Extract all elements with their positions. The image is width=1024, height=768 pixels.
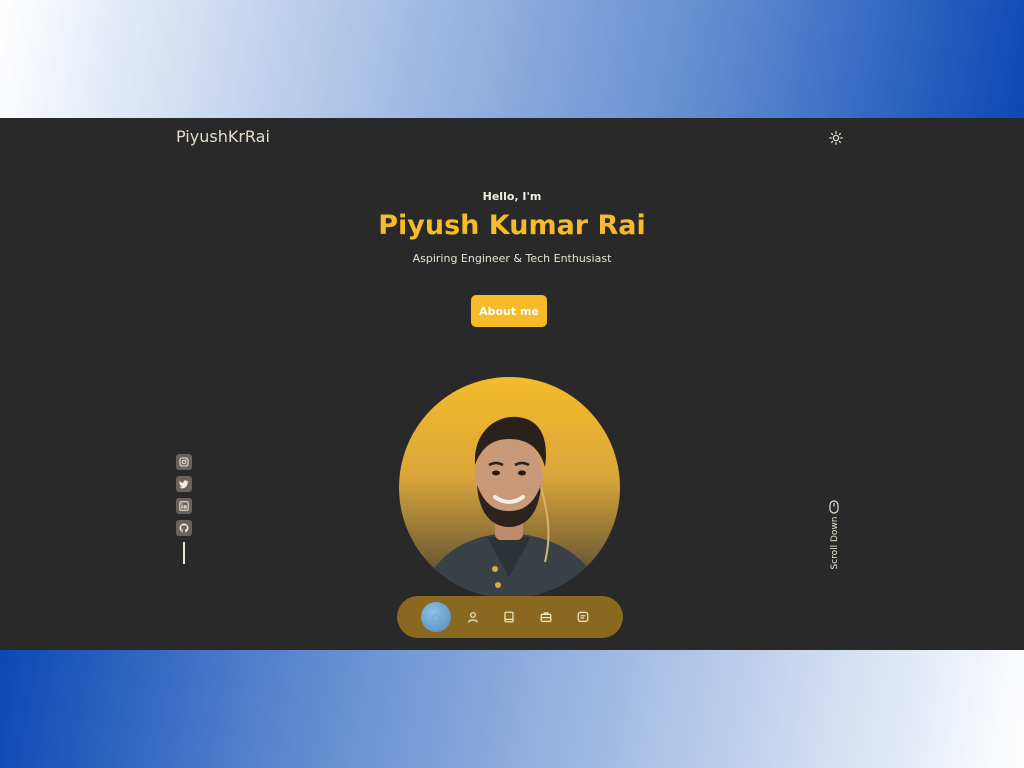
briefcase-icon <box>540 612 552 623</box>
twitter-icon <box>179 480 189 489</box>
nav-item-skills[interactable] <box>494 602 524 632</box>
instagram-link[interactable] <box>176 454 192 470</box>
linkedin-link[interactable] <box>176 498 192 514</box>
profile-portrait-illustration <box>419 416 604 598</box>
scroll-down-label: Scroll Down <box>830 516 840 570</box>
theme-toggle-button[interactable] <box>826 128 846 148</box>
brand-logo[interactable]: PiyushKrRai <box>176 127 270 146</box>
social-links <box>176 454 192 564</box>
bottom-nav <box>397 596 623 638</box>
message-icon <box>577 611 589 622</box>
nav-item-about[interactable] <box>458 602 488 632</box>
twitter-link[interactable] <box>176 476 192 492</box>
github-link[interactable] <box>176 520 192 536</box>
linkedin-icon <box>179 501 189 511</box>
user-icon <box>468 612 478 623</box>
nav-item-contact[interactable] <box>568 602 598 632</box>
github-icon <box>179 523 189 533</box>
social-divider-line <box>183 542 185 564</box>
backdrop-bottom <box>0 650 1024 768</box>
hero-name: Piyush Kumar Rai <box>378 210 646 241</box>
about-me-button[interactable]: About me <box>471 295 547 327</box>
book-icon <box>504 611 514 623</box>
home-icon <box>431 612 441 622</box>
nav-item-portfolio[interactable] <box>531 602 561 632</box>
profile-photo <box>399 377 620 598</box>
sun-icon <box>829 131 843 145</box>
nav-item-home[interactable] <box>421 602 451 632</box>
backdrop-top <box>0 0 1024 118</box>
portfolio-page: PiyushKrRai Hello, I'm Piyush Kumar Rai … <box>0 118 1024 650</box>
hero-subtitle: Aspiring Engineer & Tech Enthusiast <box>412 252 612 265</box>
instagram-icon <box>179 457 189 467</box>
scroll-down-link[interactable]: Scroll Down <box>826 500 842 578</box>
hero-greeting: Hello, I'm <box>482 190 542 203</box>
